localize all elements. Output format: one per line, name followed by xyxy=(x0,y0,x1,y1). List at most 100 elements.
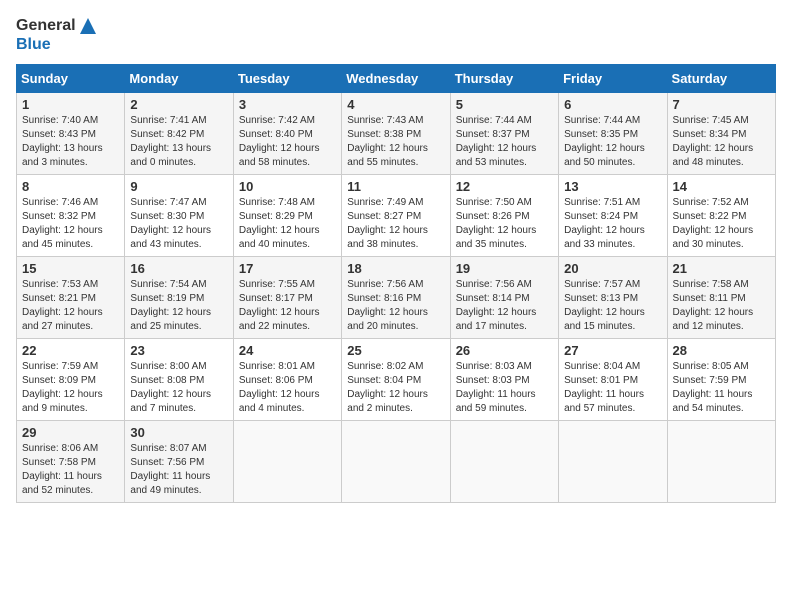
calendar-cell: 16 Sunrise: 7:54 AM Sunset: 8:19 PM Dayl… xyxy=(125,256,233,338)
day-number: 26 xyxy=(456,343,553,358)
col-header-monday: Monday xyxy=(125,64,233,92)
calendar-cell: 1 Sunrise: 7:40 AM Sunset: 8:43 PM Dayli… xyxy=(17,92,125,174)
calendar-cell xyxy=(342,420,450,502)
day-info: Sunrise: 7:58 AM Sunset: 8:11 PM Dayligh… xyxy=(673,278,770,334)
calendar-cell: 23 Sunrise: 8:00 AM Sunset: 8:08 PM Dayl… xyxy=(125,338,233,420)
calendar-cell: 29 Sunrise: 8:06 AM Sunset: 7:58 PM Dayl… xyxy=(17,420,125,502)
calendar-cell: 26 Sunrise: 8:03 AM Sunset: 8:03 PM Dayl… xyxy=(450,338,558,420)
calendar-cell xyxy=(450,420,558,502)
calendar-cell: 2 Sunrise: 7:41 AM Sunset: 8:42 PM Dayli… xyxy=(125,92,233,174)
day-number: 2 xyxy=(130,97,227,112)
day-number: 16 xyxy=(130,261,227,276)
calendar-cell xyxy=(233,420,341,502)
calendar-cell: 30 Sunrise: 8:07 AM Sunset: 7:56 PM Dayl… xyxy=(125,420,233,502)
day-number: 28 xyxy=(673,343,770,358)
day-info: Sunrise: 7:59 AM Sunset: 8:09 PM Dayligh… xyxy=(22,360,119,416)
day-number: 25 xyxy=(347,343,444,358)
calendar-cell: 7 Sunrise: 7:45 AM Sunset: 8:34 PM Dayli… xyxy=(667,92,775,174)
calendar-cell: 4 Sunrise: 7:43 AM Sunset: 8:38 PM Dayli… xyxy=(342,92,450,174)
col-header-sunday: Sunday xyxy=(17,64,125,92)
calendar-cell: 8 Sunrise: 7:46 AM Sunset: 8:32 PM Dayli… xyxy=(17,174,125,256)
day-info: Sunrise: 8:03 AM Sunset: 8:03 PM Dayligh… xyxy=(456,360,553,416)
day-number: 23 xyxy=(130,343,227,358)
day-number: 30 xyxy=(130,425,227,440)
day-number: 22 xyxy=(22,343,119,358)
logo: General Blue xyxy=(16,16,98,54)
day-info: Sunrise: 7:41 AM Sunset: 8:42 PM Dayligh… xyxy=(130,114,227,170)
calendar-table: SundayMondayTuesdayWednesdayThursdayFrid… xyxy=(16,64,776,503)
day-number: 8 xyxy=(22,179,119,194)
day-info: Sunrise: 7:48 AM Sunset: 8:29 PM Dayligh… xyxy=(239,196,336,252)
day-info: Sunrise: 7:53 AM Sunset: 8:21 PM Dayligh… xyxy=(22,278,119,334)
logo-blue-text: Blue xyxy=(16,36,98,54)
calendar-cell: 28 Sunrise: 8:05 AM Sunset: 7:59 PM Dayl… xyxy=(667,338,775,420)
day-info: Sunrise: 8:02 AM Sunset: 8:04 PM Dayligh… xyxy=(347,360,444,416)
day-number: 17 xyxy=(239,261,336,276)
day-info: Sunrise: 8:04 AM Sunset: 8:01 PM Dayligh… xyxy=(564,360,661,416)
calendar-week-row: 15 Sunrise: 7:53 AM Sunset: 8:21 PM Dayl… xyxy=(17,256,776,338)
page-header: General Blue xyxy=(16,16,776,54)
logo-triangle-icon xyxy=(78,16,98,36)
day-info: Sunrise: 7:55 AM Sunset: 8:17 PM Dayligh… xyxy=(239,278,336,334)
calendar-cell: 18 Sunrise: 7:56 AM Sunset: 8:16 PM Dayl… xyxy=(342,256,450,338)
day-number: 13 xyxy=(564,179,661,194)
day-info: Sunrise: 7:47 AM Sunset: 8:30 PM Dayligh… xyxy=(130,196,227,252)
day-info: Sunrise: 7:54 AM Sunset: 8:19 PM Dayligh… xyxy=(130,278,227,334)
calendar-cell: 22 Sunrise: 7:59 AM Sunset: 8:09 PM Dayl… xyxy=(17,338,125,420)
day-number: 27 xyxy=(564,343,661,358)
day-info: Sunrise: 7:44 AM Sunset: 8:35 PM Dayligh… xyxy=(564,114,661,170)
calendar-cell: 11 Sunrise: 7:49 AM Sunset: 8:27 PM Dayl… xyxy=(342,174,450,256)
calendar-cell: 17 Sunrise: 7:55 AM Sunset: 8:17 PM Dayl… xyxy=(233,256,341,338)
day-number: 14 xyxy=(673,179,770,194)
day-info: Sunrise: 7:56 AM Sunset: 8:16 PM Dayligh… xyxy=(347,278,444,334)
day-info: Sunrise: 7:44 AM Sunset: 8:37 PM Dayligh… xyxy=(456,114,553,170)
calendar-cell: 24 Sunrise: 8:01 AM Sunset: 8:06 PM Dayl… xyxy=(233,338,341,420)
day-info: Sunrise: 8:07 AM Sunset: 7:56 PM Dayligh… xyxy=(130,442,227,498)
calendar-week-row: 1 Sunrise: 7:40 AM Sunset: 8:43 PM Dayli… xyxy=(17,92,776,174)
calendar-cell: 6 Sunrise: 7:44 AM Sunset: 8:35 PM Dayli… xyxy=(559,92,667,174)
day-number: 7 xyxy=(673,97,770,112)
day-number: 9 xyxy=(130,179,227,194)
day-number: 10 xyxy=(239,179,336,194)
day-info: Sunrise: 7:56 AM Sunset: 8:14 PM Dayligh… xyxy=(456,278,553,334)
calendar-cell: 12 Sunrise: 7:50 AM Sunset: 8:26 PM Dayl… xyxy=(450,174,558,256)
logo-container: General Blue xyxy=(16,16,98,54)
day-number: 5 xyxy=(456,97,553,112)
day-info: Sunrise: 7:42 AM Sunset: 8:40 PM Dayligh… xyxy=(239,114,336,170)
calendar-week-row: 29 Sunrise: 8:06 AM Sunset: 7:58 PM Dayl… xyxy=(17,420,776,502)
day-info: Sunrise: 7:50 AM Sunset: 8:26 PM Dayligh… xyxy=(456,196,553,252)
day-number: 15 xyxy=(22,261,119,276)
calendar-week-row: 8 Sunrise: 7:46 AM Sunset: 8:32 PM Dayli… xyxy=(17,174,776,256)
day-number: 19 xyxy=(456,261,553,276)
day-info: Sunrise: 8:01 AM Sunset: 8:06 PM Dayligh… xyxy=(239,360,336,416)
day-number: 24 xyxy=(239,343,336,358)
day-number: 3 xyxy=(239,97,336,112)
calendar-cell: 19 Sunrise: 7:56 AM Sunset: 8:14 PM Dayl… xyxy=(450,256,558,338)
calendar-cell: 13 Sunrise: 7:51 AM Sunset: 8:24 PM Dayl… xyxy=(559,174,667,256)
calendar-cell: 5 Sunrise: 7:44 AM Sunset: 8:37 PM Dayli… xyxy=(450,92,558,174)
day-number: 12 xyxy=(456,179,553,194)
day-info: Sunrise: 8:06 AM Sunset: 7:58 PM Dayligh… xyxy=(22,442,119,498)
day-info: Sunrise: 7:40 AM Sunset: 8:43 PM Dayligh… xyxy=(22,114,119,170)
col-header-friday: Friday xyxy=(559,64,667,92)
day-info: Sunrise: 7:46 AM Sunset: 8:32 PM Dayligh… xyxy=(22,196,119,252)
day-info: Sunrise: 7:52 AM Sunset: 8:22 PM Dayligh… xyxy=(673,196,770,252)
calendar-cell xyxy=(667,420,775,502)
calendar-cell: 20 Sunrise: 7:57 AM Sunset: 8:13 PM Dayl… xyxy=(559,256,667,338)
calendar-week-row: 22 Sunrise: 7:59 AM Sunset: 8:09 PM Dayl… xyxy=(17,338,776,420)
day-info: Sunrise: 8:00 AM Sunset: 8:08 PM Dayligh… xyxy=(130,360,227,416)
calendar-cell: 3 Sunrise: 7:42 AM Sunset: 8:40 PM Dayli… xyxy=(233,92,341,174)
day-info: Sunrise: 7:51 AM Sunset: 8:24 PM Dayligh… xyxy=(564,196,661,252)
calendar-cell: 10 Sunrise: 7:48 AM Sunset: 8:29 PM Dayl… xyxy=(233,174,341,256)
col-header-wednesday: Wednesday xyxy=(342,64,450,92)
col-header-thursday: Thursday xyxy=(450,64,558,92)
day-number: 1 xyxy=(22,97,119,112)
day-number: 21 xyxy=(673,261,770,276)
col-header-tuesday: Tuesday xyxy=(233,64,341,92)
day-info: Sunrise: 7:49 AM Sunset: 8:27 PM Dayligh… xyxy=(347,196,444,252)
calendar-header-row: SundayMondayTuesdayWednesdayThursdayFrid… xyxy=(17,64,776,92)
day-number: 11 xyxy=(347,179,444,194)
calendar-cell: 15 Sunrise: 7:53 AM Sunset: 8:21 PM Dayl… xyxy=(17,256,125,338)
day-number: 18 xyxy=(347,261,444,276)
calendar-cell: 25 Sunrise: 8:02 AM Sunset: 8:04 PM Dayl… xyxy=(342,338,450,420)
